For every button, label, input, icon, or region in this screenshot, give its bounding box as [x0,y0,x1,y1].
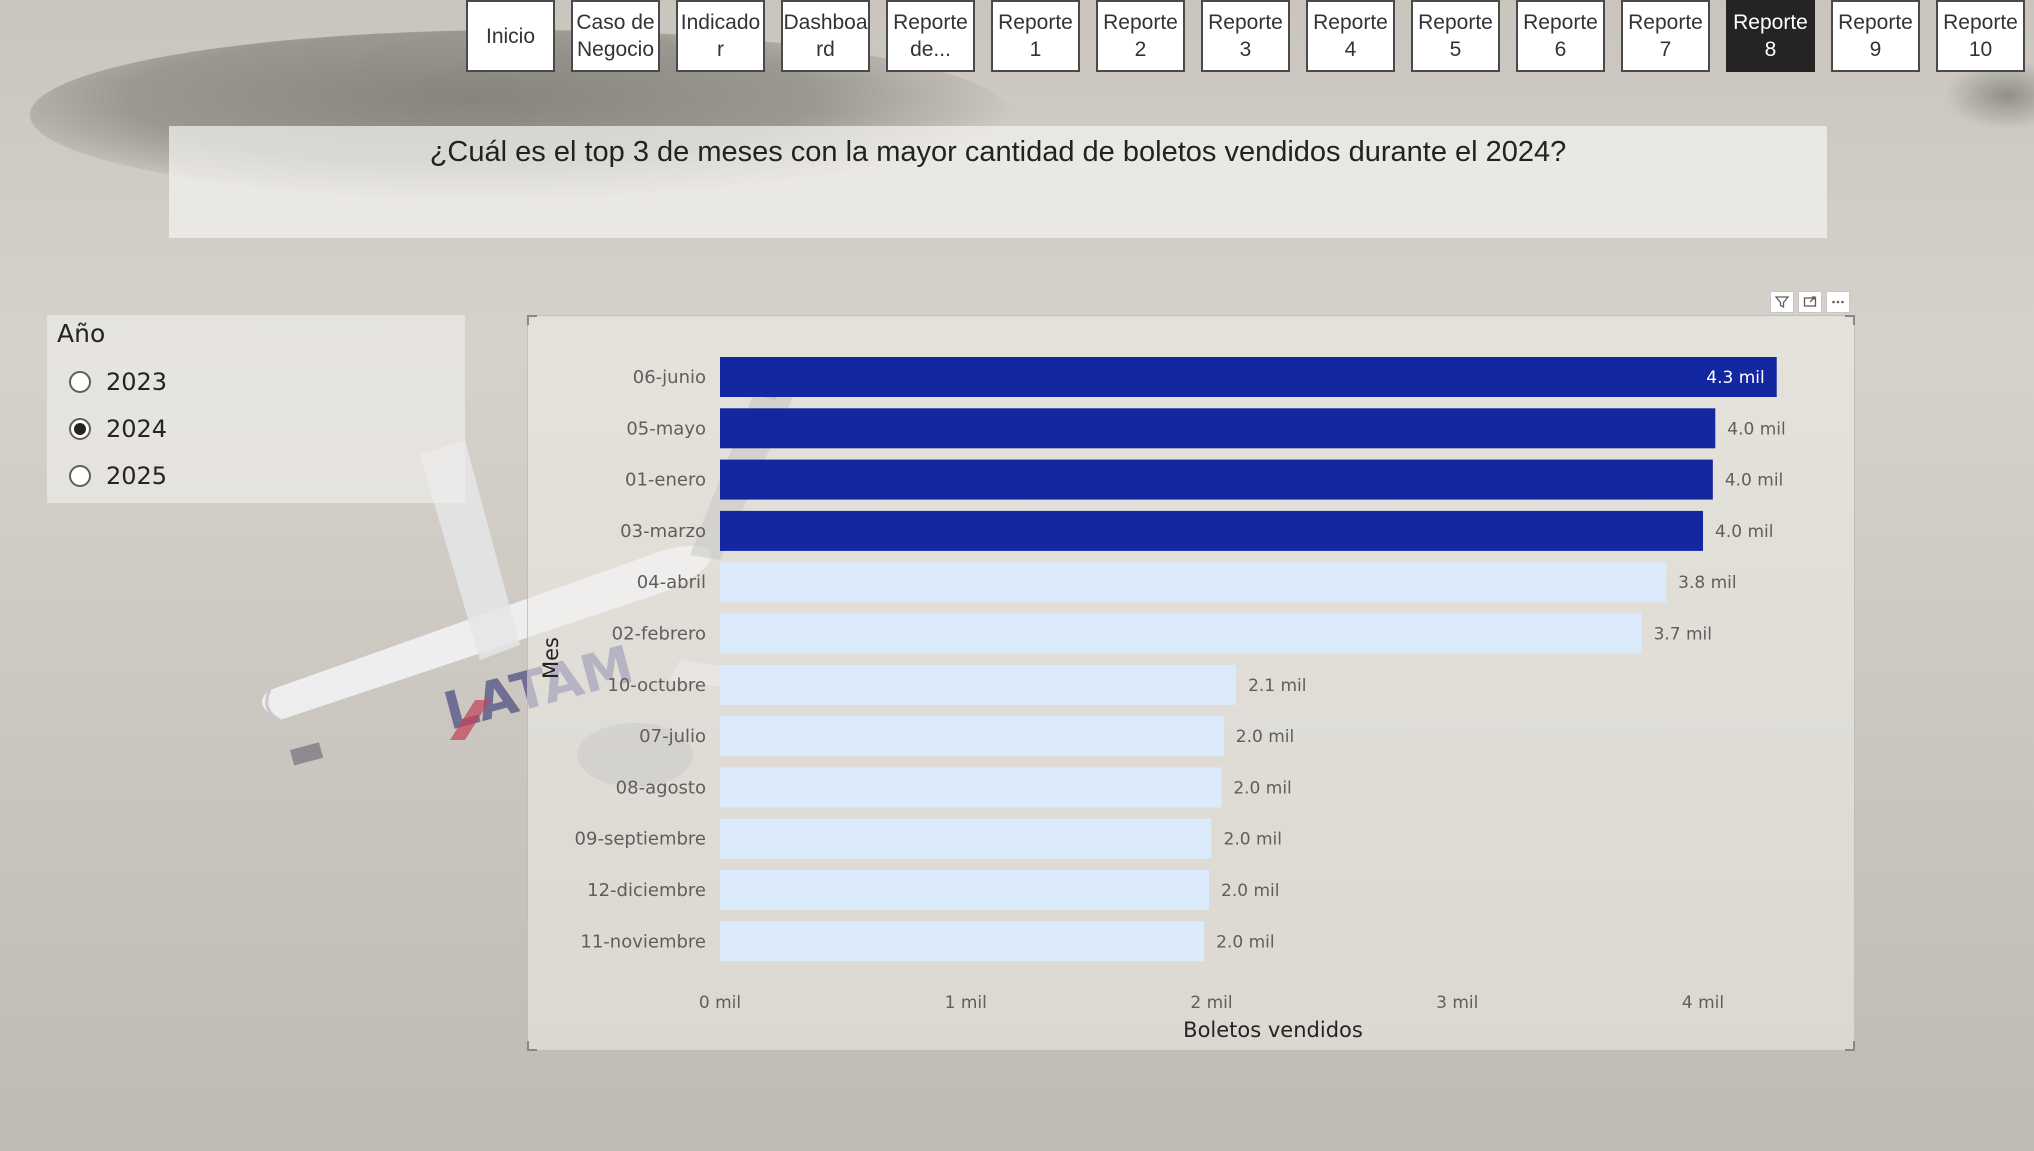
filter-icon[interactable] [1770,291,1794,313]
data-label: 4.0 mil [1715,522,1773,542]
category-label: 09-septiembre [575,829,706,850]
data-label: 4.0 mil [1725,471,1783,491]
data-label: 3.7 mil [1654,625,1712,645]
bar-08-agosto[interactable] [720,767,1222,808]
chart-toolbar [1770,291,1850,313]
nav-button-1[interactable]: Caso de Negocio [571,0,660,72]
focus-mode-icon[interactable] [1798,291,1822,313]
boletos-bar-chart[interactable]: 06-junio 4.3 mil 05-mayo 4.0 mil 01-enero 4.0… [527,315,1855,1051]
category-label: 04-abril [637,572,706,593]
year-option-label: 2023 [106,368,168,396]
year-slicer: Año 2023 2024 2025 [47,315,465,503]
x-tick-label: 3 mil [1436,993,1478,1013]
more-options-icon[interactable] [1826,291,1850,313]
x-tick-label: 4 mil [1682,993,1724,1013]
resize-handle[interactable] [527,1041,537,1051]
radio-button-selected-icon[interactable] [69,418,91,440]
year-option-2023[interactable]: 2023 [69,365,167,399]
resize-handle[interactable] [527,315,537,325]
nav-button-3[interactable]: Dashboa rd [781,0,870,72]
x-tick-label: 0 mil [699,993,741,1013]
chart-canvas: 06-junio 4.3 mil 05-mayo 4.0 mil 01-enero 4.0… [539,357,1786,1042]
nav-button-2[interactable]: Indicado r [676,0,765,72]
data-label: 4.0 mil [1727,419,1785,439]
nav-button-8[interactable]: Reporte 4 [1306,0,1395,72]
year-option-label: 2024 [106,415,168,443]
category-label: 10-octubre [607,675,706,696]
category-label: 01-enero [625,470,706,491]
data-label: 2.0 mil [1233,778,1291,798]
nav-button-0[interactable]: Inicio [466,0,555,72]
nav-button-14[interactable]: Reporte 10 [1936,0,2025,72]
nav-button-5[interactable]: Reporte 1 [991,0,1080,72]
bar-03-marzo[interactable] [720,510,1703,551]
category-label: 03-marzo [620,521,706,542]
nav-button-11[interactable]: Reporte 7 [1621,0,1710,72]
year-option-label: 2025 [106,462,168,490]
category-label: 05-mayo [626,418,706,439]
bar-11-noviembre[interactable] [720,921,1205,962]
bar-01-enero[interactable] [720,459,1713,500]
data-label: 4.3 mil [1706,368,1764,388]
data-label: 2.0 mil [1224,830,1282,850]
category-label: 07-julio [639,726,706,747]
bar-04-abril[interactable] [720,562,1667,603]
x-axis-title: Boletos vendidos [1183,1018,1363,1042]
resize-handle[interactable] [1845,315,1855,325]
data-label: 2.0 mil [1221,881,1279,901]
report-navigation: Inicio Caso de Negocio Indicado r Dashboa r… [0,0,2034,74]
bar-12-diciembre[interactable] [720,870,1210,910]
nav-button-13[interactable]: Reporte 9 [1831,0,1920,72]
nav-button-4[interactable]: Reporte de... [886,0,975,72]
bar-09-septiembre[interactable] [720,818,1212,859]
radio-button-icon[interactable] [69,371,91,393]
question-text: ¿Cuál es el top 3 de meses con la mayor … [429,136,1567,168]
year-option-2025[interactable]: 2025 [69,459,167,493]
x-tick-label: 2 mil [1190,993,1232,1013]
bar-10-octubre[interactable] [720,664,1237,705]
data-label: 2.1 mil [1248,676,1306,696]
data-label: 3.8 mil [1678,573,1736,593]
bar-06-junio[interactable] [720,357,1777,397]
question-banner: ¿Cuál es el top 3 de meses con la mayor … [169,126,1827,238]
year-option-2024[interactable]: 2024 [69,412,167,446]
radio-button-icon[interactable] [69,465,91,487]
category-label: 11-noviembre [580,931,706,952]
nav-button-7[interactable]: Reporte 3 [1201,0,1290,72]
category-label: 06-junio [633,367,706,388]
y-axis-title: Mes [539,637,563,679]
category-label: 08-agosto [616,777,706,798]
nav-button-6[interactable]: Reporte 2 [1096,0,1185,72]
resize-handle[interactable] [1845,1041,1855,1051]
bar-05-mayo[interactable] [720,408,1716,449]
nav-button-12[interactable]: Reporte 8 [1726,0,1815,72]
data-label: 2.0 mil [1216,932,1274,952]
category-label: 02-febrero [612,624,706,645]
slicer-title: Año [57,319,106,348]
nav-button-9[interactable]: Reporte 5 [1411,0,1500,72]
bar-02-febrero[interactable] [720,613,1642,654]
category-label: 12-diciembre [587,880,706,901]
bar-07-julio[interactable] [720,716,1224,757]
x-tick-label: 1 mil [945,993,987,1013]
data-label: 2.0 mil [1236,727,1294,747]
nav-button-10[interactable]: Reporte 6 [1516,0,1605,72]
